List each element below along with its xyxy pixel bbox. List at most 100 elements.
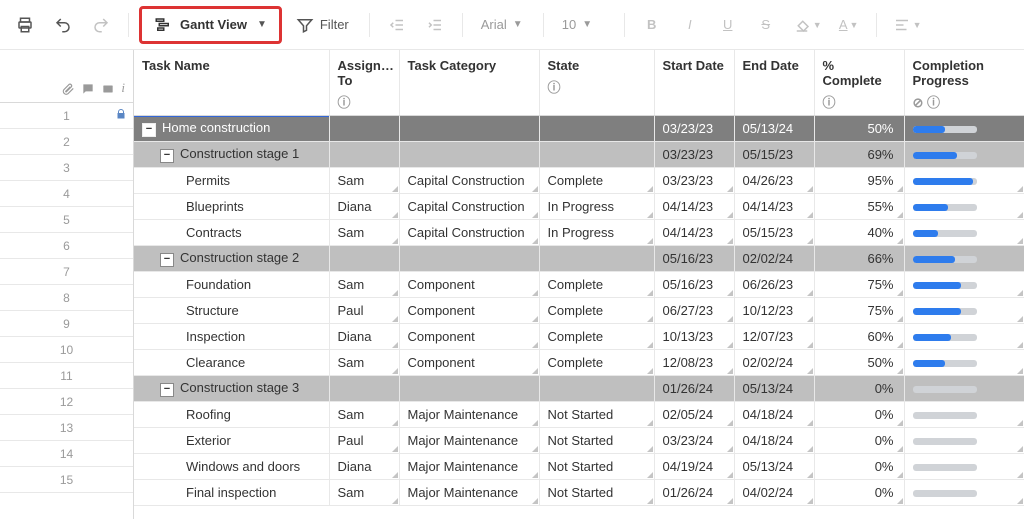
cell-progress[interactable]	[904, 480, 1024, 506]
cell-task-name[interactable]: Permits	[134, 168, 329, 194]
row-number[interactable]: 13	[0, 415, 133, 441]
row-number[interactable]: 5	[0, 207, 133, 233]
cell-task-name[interactable]: Clearance	[134, 350, 329, 376]
row-number[interactable]: 11	[0, 363, 133, 389]
text-color-button[interactable]: A ▼	[832, 8, 866, 42]
cell-assign[interactable]: Diana	[329, 194, 399, 220]
row-number[interactable]: 14	[0, 441, 133, 467]
strike-button[interactable]: S	[749, 8, 783, 42]
cell-end[interactable]: 02/02/24	[734, 246, 814, 272]
cell-progress[interactable]	[904, 454, 1024, 480]
cell-state[interactable]: Not Started	[539, 480, 654, 506]
cell-state[interactable]: Complete	[539, 350, 654, 376]
cell-assign[interactable]: Sam	[329, 402, 399, 428]
bold-button[interactable]: B	[635, 8, 669, 42]
cell-progress[interactable]	[904, 350, 1024, 376]
cell-start[interactable]: 03/23/24	[654, 428, 734, 454]
cell-task-name[interactable]: −Construction stage 1	[134, 142, 329, 168]
cell-category[interactable]	[399, 116, 539, 142]
cell-assign[interactable]: Diana	[329, 324, 399, 350]
collapse-toggle[interactable]: −	[160, 383, 174, 397]
col-percent-complete[interactable]: % Completeⓘ	[814, 50, 904, 116]
cell-task-name[interactable]: Contracts	[134, 220, 329, 246]
cell-pct[interactable]: 0%	[814, 402, 904, 428]
row-number[interactable]: 8	[0, 285, 133, 311]
cell-end[interactable]: 05/13/24	[734, 454, 814, 480]
cell-pct[interactable]: 75%	[814, 298, 904, 324]
cell-assign[interactable]	[329, 116, 399, 142]
fill-color-button[interactable]: ▼	[787, 8, 828, 42]
cell-pct[interactable]: 0%	[814, 480, 904, 506]
cell-pct[interactable]: 0%	[814, 454, 904, 480]
table-row[interactable]: BlueprintsDianaCapital ConstructionIn Pr…	[134, 194, 1024, 220]
undo-button[interactable]	[46, 8, 80, 42]
cell-assign[interactable]	[329, 246, 399, 272]
cell-progress[interactable]	[904, 428, 1024, 454]
cell-progress[interactable]	[904, 246, 1024, 272]
col-task-name[interactable]: Task Name	[134, 50, 329, 116]
cell-end[interactable]: 04/26/23	[734, 168, 814, 194]
cell-assign[interactable]	[329, 142, 399, 168]
cell-start[interactable]: 04/14/23	[654, 194, 734, 220]
cell-state[interactable]: Not Started	[539, 454, 654, 480]
cell-progress[interactable]	[904, 220, 1024, 246]
cell-end[interactable]: 05/13/24	[734, 376, 814, 402]
row-number[interactable]: 3	[0, 155, 133, 181]
cell-pct[interactable]: 0%	[814, 376, 904, 402]
cell-state[interactable]: Not Started	[539, 428, 654, 454]
cell-end[interactable]: 04/14/23	[734, 194, 814, 220]
col-completion-progress[interactable]: Completion Progress⊘ ⓘ	[904, 50, 1024, 116]
cell-progress[interactable]	[904, 272, 1024, 298]
cell-state[interactable]: Complete	[539, 272, 654, 298]
cell-category[interactable]	[399, 142, 539, 168]
cell-state[interactable]	[539, 142, 654, 168]
cell-pct[interactable]: 40%	[814, 220, 904, 246]
table-row[interactable]: −Construction stage 103/23/2305/15/2369%	[134, 142, 1024, 168]
cell-task-name[interactable]: Blueprints	[134, 194, 329, 220]
cell-progress[interactable]	[904, 142, 1024, 168]
cell-pct[interactable]: 0%	[814, 428, 904, 454]
cell-state[interactable]: Complete	[539, 324, 654, 350]
table-row[interactable]: StructurePaulComponentComplete06/27/2310…	[134, 298, 1024, 324]
row-number[interactable]: 6	[0, 233, 133, 259]
cell-category[interactable]: Component	[399, 324, 539, 350]
row-number[interactable]: 4	[0, 181, 133, 207]
cell-start[interactable]: 03/23/23	[654, 168, 734, 194]
cell-category[interactable]: Major Maintenance	[399, 480, 539, 506]
table-row[interactable]: ContractsSamCapital ConstructionIn Progr…	[134, 220, 1024, 246]
cell-progress[interactable]	[904, 116, 1024, 142]
col-task-category[interactable]: Task Category	[399, 50, 539, 116]
cell-category[interactable]: Capital Construction	[399, 220, 539, 246]
cell-category[interactable]: Component	[399, 298, 539, 324]
table-row[interactable]: InspectionDianaComponentComplete10/13/23…	[134, 324, 1024, 350]
cell-category[interactable]: Major Maintenance	[399, 454, 539, 480]
cell-assign[interactable]	[329, 376, 399, 402]
cell-state[interactable]	[539, 116, 654, 142]
cell-start[interactable]: 10/13/23	[654, 324, 734, 350]
cell-task-name[interactable]: −Construction stage 2	[134, 246, 329, 272]
cell-end[interactable]: 05/15/23	[734, 220, 814, 246]
table-row[interactable]: Windows and doorsDianaMajor MaintenanceN…	[134, 454, 1024, 480]
cell-task-name[interactable]: Foundation	[134, 272, 329, 298]
cell-assign[interactable]: Sam	[329, 220, 399, 246]
table-row[interactable]: ClearanceSamComponentComplete12/08/2302/…	[134, 350, 1024, 376]
col-assign-to[interactable]: Assign… Toⓘ	[329, 50, 399, 116]
cell-end[interactable]: 04/18/24	[734, 428, 814, 454]
row-number[interactable]: 7	[0, 259, 133, 285]
align-button[interactable]: ▼	[887, 8, 928, 42]
cell-pct[interactable]: 50%	[814, 350, 904, 376]
col-state[interactable]: Stateⓘ	[539, 50, 654, 116]
cell-end[interactable]: 05/15/23	[734, 142, 814, 168]
cell-task-name[interactable]: Inspection	[134, 324, 329, 350]
redo-button[interactable]	[84, 8, 118, 42]
cell-progress[interactable]	[904, 376, 1024, 402]
row-number[interactable]: 2	[0, 129, 133, 155]
cell-assign[interactable]: Paul	[329, 428, 399, 454]
table-row[interactable]: Final inspectionSamMajor MaintenanceNot …	[134, 480, 1024, 506]
cell-task-name[interactable]: −Construction stage 3	[134, 376, 329, 402]
cell-category[interactable]: Major Maintenance	[399, 428, 539, 454]
cell-task-name[interactable]: −Home construction	[134, 116, 329, 142]
underline-button[interactable]: U	[711, 8, 745, 42]
table-row[interactable]: ExteriorPaulMajor MaintenanceNot Started…	[134, 428, 1024, 454]
cell-progress[interactable]	[904, 168, 1024, 194]
